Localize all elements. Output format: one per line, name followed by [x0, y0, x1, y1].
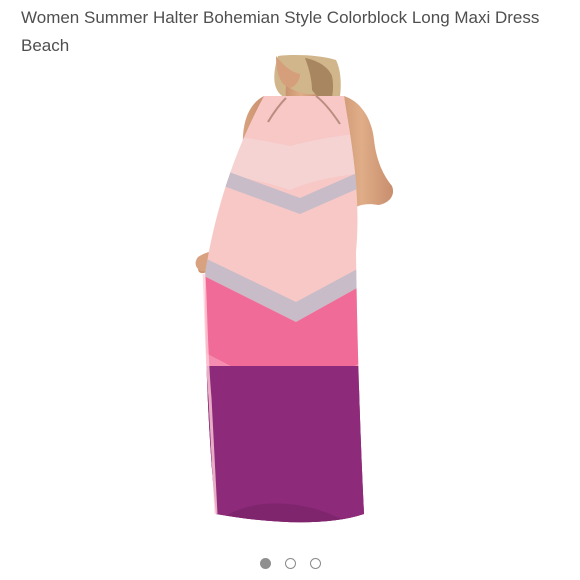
- carousel-pagination: [0, 558, 580, 572]
- carousel-dot-1[interactable]: [259, 558, 271, 569]
- product-image-page: Women Summer Halter Bohemian Style Color…: [0, 0, 580, 580]
- carousel-dot-2[interactable]: [284, 558, 296, 569]
- product-image-carousel[interactable]: [0, 54, 580, 544]
- carousel-dot-3[interactable]: [309, 558, 321, 569]
- product-photo[interactable]: [0, 54, 580, 544]
- product-title: Women Summer Halter Bohemian Style Color…: [21, 8, 540, 55]
